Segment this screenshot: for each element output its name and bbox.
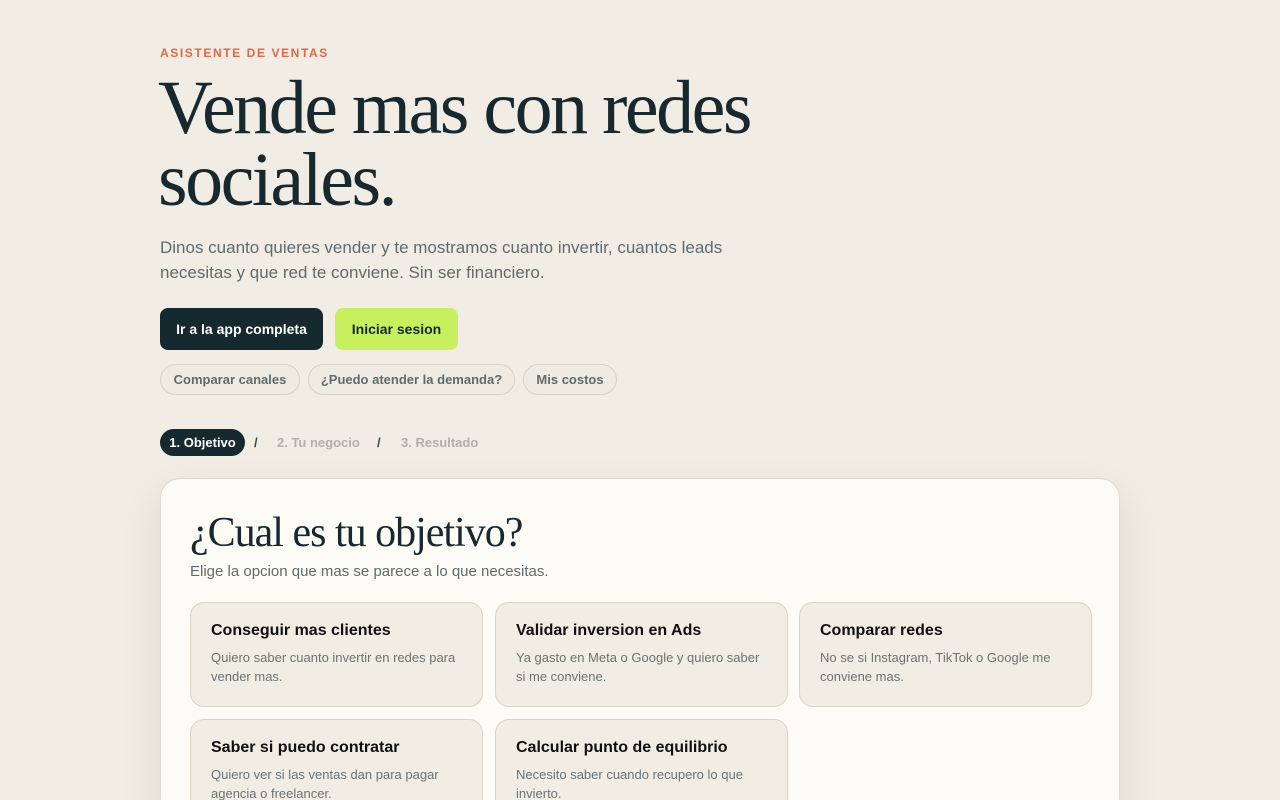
option-description: Quiero saber cuanto invertir en redes pa… (211, 650, 456, 684)
hero-title: Vende mas con redes sociales. (158, 70, 858, 218)
option-title: Validar inversion en Ads (516, 622, 702, 639)
step-objective[interactable]: 1. Objetivo (160, 429, 245, 456)
option-validate-ads[interactable]: Validar inversion en Ads Ya gasto en Met… (495, 602, 788, 707)
step-business[interactable]: 2. Tu negocio (277, 435, 360, 450)
option-title: Conseguir mas clientes (211, 622, 391, 639)
option-description: Ya gasto en Meta o Google y quiero saber… (516, 650, 760, 684)
option-description: Quiero ver si las ventas dan para pagar … (211, 767, 439, 800)
option-description: No se si Instagram, TikTok o Google me c… (820, 650, 1051, 684)
open-full-app-button[interactable]: Ir a la app completa (160, 308, 323, 350)
option-more-clients[interactable]: Conseguir mas clientes Quiero saber cuan… (190, 602, 483, 707)
compare-channels-pill[interactable]: Comparar canales (160, 364, 300, 395)
my-costs-pill[interactable]: Mis costos (523, 364, 617, 395)
step-result[interactable]: 3. Resultado (401, 435, 478, 450)
option-title: Comparar redes (820, 622, 943, 639)
step-separator: / (377, 435, 381, 450)
objective-title: ¿Cual es tu objetivo? (190, 510, 523, 556)
page: ASISTENTE DE VENTAS Vende mas con redes … (0, 0, 1280, 800)
sign-in-button[interactable]: Iniciar sesion (335, 308, 458, 350)
objective-card: ¿Cual es tu objetivo? Elige la opcion qu… (160, 478, 1120, 800)
option-title: Calcular punto de equilibrio (516, 739, 728, 756)
option-break-even[interactable]: Calcular punto de equilibrio Necesito sa… (495, 719, 788, 800)
option-compare-networks[interactable]: Comparar redes No se si Instagram, TikTo… (799, 602, 1092, 707)
objective-subtitle: Elige la opcion que mas se parece a lo q… (190, 563, 549, 580)
demand-capacity-pill[interactable]: ¿Puedo atender la demanda? (308, 364, 515, 395)
option-title: Saber si puedo contratar (211, 739, 400, 756)
step-separator: / (254, 435, 258, 450)
option-can-hire[interactable]: Saber si puedo contratar Quiero ver si l… (190, 719, 483, 800)
hero-title-line-2: sociales. (158, 138, 398, 222)
eyebrow-label: ASISTENTE DE VENTAS (160, 46, 329, 60)
hero-subtitle: Dinos cuanto quieres vender y te mostram… (160, 238, 723, 282)
option-description: Necesito saber cuando recupero lo que in… (516, 767, 743, 800)
